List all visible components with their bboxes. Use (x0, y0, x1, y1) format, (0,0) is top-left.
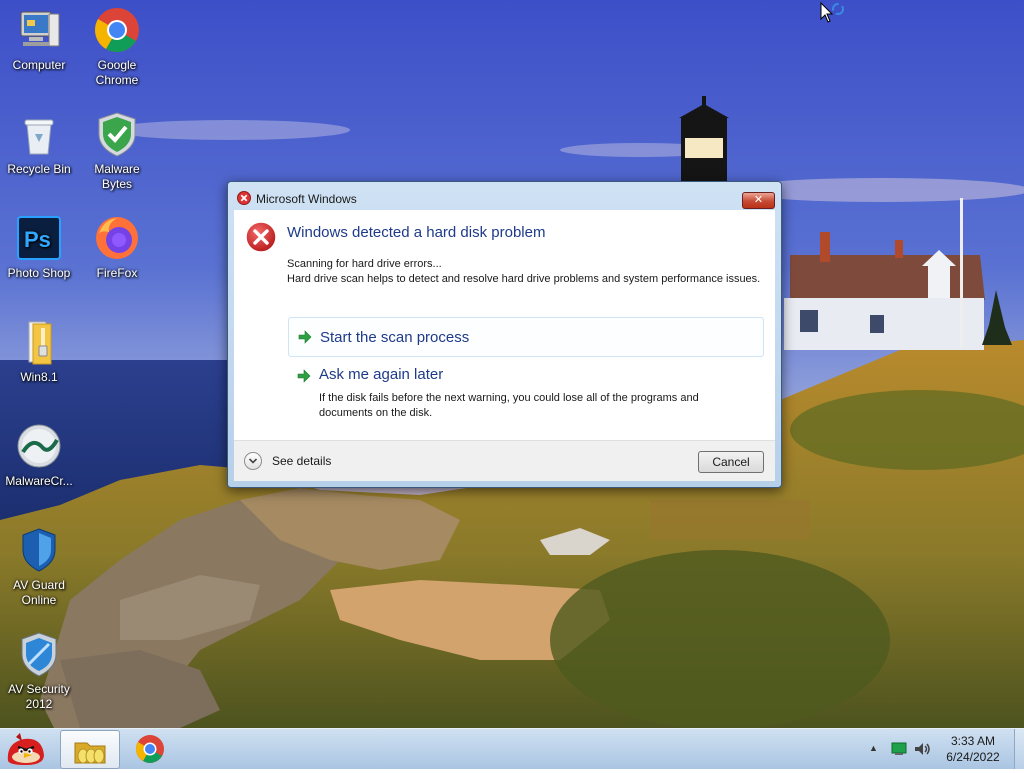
desktop-icon-recycle-bin[interactable]: Recycle Bin (0, 110, 78, 177)
taskbar-chrome[interactable] (121, 730, 179, 767)
system-clock[interactable]: 3:33 AM 6/24/2022 (938, 733, 1008, 765)
clock-date: 6/24/2022 (946, 750, 1000, 764)
volume-icon[interactable] (913, 741, 931, 762)
desktop-icon-computer[interactable]: Computer (0, 6, 78, 73)
desktop-icon-label: AV Security 2012 (8, 682, 70, 711)
shield-icon (15, 526, 63, 574)
show-desktop-button[interactable] (1014, 729, 1024, 769)
desktop-icon-google-chrome[interactable]: Google Chrome (78, 6, 156, 88)
see-details-toggle[interactable] (244, 452, 262, 470)
desktop-icon-win8-1[interactable]: Win8.1 (0, 318, 78, 385)
desktop-icon-firefox[interactable]: FireFox (78, 214, 156, 281)
show-hidden-icons-arrow[interactable]: ▲ (869, 743, 878, 753)
network-icon[interactable] (891, 742, 907, 761)
firefox-icon (93, 214, 141, 262)
dialog-title: Microsoft Windows (256, 192, 357, 206)
error-icon (237, 191, 251, 210)
message-line: Scanning for hard drive errors... (287, 258, 442, 270)
taskbar-file-explorer[interactable] (60, 730, 120, 769)
close-icon: ✕ (753, 194, 764, 206)
clock-time: 3:33 AM (950, 734, 996, 748)
option-label: Start the scan process (320, 329, 470, 346)
green-arrow-icon (297, 369, 311, 388)
desktop-icon-label: Recycle Bin (7, 162, 71, 176)
desktop-icon-label: Photo Shop (7, 266, 71, 280)
dialog-heading: Windows detected a hard disk problem (287, 224, 546, 241)
close-button[interactable]: ✕ (742, 192, 775, 209)
dialog-content: Windows detected a hard disk problem Sca… (234, 210, 775, 440)
desktop-icon-label: Malware Bytes (94, 162, 140, 191)
desktop-icon-photo-shop[interactable]: Ps Photo Shop (0, 214, 78, 281)
desktop-icon-av-guard-online[interactable]: AV Guard Online (0, 526, 78, 608)
angry-birds-icon (7, 733, 45, 765)
green-arrow-icon (298, 330, 312, 349)
chrome-icon (93, 6, 141, 54)
hard-disk-warning-dialog: Microsoft Windows ✕ Windows detected a h… (227, 181, 782, 488)
dialog-title-bar[interactable]: Microsoft Windows ✕ (228, 182, 781, 210)
option-label: Ask me again later (319, 366, 444, 383)
start-button[interactable] (2, 731, 50, 767)
desktop-icon-label: AV Guard Online (13, 578, 65, 607)
dialog-footer: See details Cancel (234, 440, 775, 481)
desktop-icon-label: MalwareCr... (5, 474, 73, 488)
svg-text:Ps: Ps (24, 227, 51, 252)
photoshop-icon: Ps (15, 214, 63, 262)
desktop-icon-label: Google Chrome (95, 58, 139, 87)
desktop-icon-label: Computer (12, 58, 66, 72)
explorer-folder-icon (74, 742, 106, 764)
desktop-icon-label: Win8.1 (20, 370, 58, 384)
folder-icon (15, 318, 63, 366)
ask-later-option[interactable]: Ask me again later If the disk fails bef… (288, 361, 762, 419)
cancel-button[interactable]: Cancel (698, 451, 764, 473)
av-security-icon (15, 630, 63, 678)
chevron-down-icon (248, 458, 258, 464)
desktop-icon-av-security-2012[interactable]: AV Security 2012 (0, 630, 78, 712)
malware-crusher-icon (15, 422, 63, 470)
start-scan-option[interactable]: Start the scan process (288, 317, 764, 357)
dialog-message: Scanning for hard drive errors... Hard d… (287, 257, 767, 287)
desktop-icon-malware-crusher[interactable]: MalwareCr... (0, 422, 78, 489)
recycle-bin-icon (15, 110, 63, 158)
option-description: If the disk fails before the next warnin… (319, 392, 699, 419)
desktop-icon-malware-bytes[interactable]: Malware Bytes (78, 110, 156, 192)
error-icon (245, 221, 277, 258)
message-line: Hard drive scan helps to detect and reso… (287, 273, 761, 285)
see-details-label[interactable]: See details (272, 454, 331, 468)
mouse-pointer-icon (820, 1, 848, 31)
malwarebytes-icon (93, 110, 141, 158)
taskbar: ▲ 3:33 AM 6/24/2022 (0, 728, 1024, 769)
desktop-icon-label: FireFox (96, 266, 138, 280)
chrome-icon (136, 735, 164, 763)
computer-icon (15, 6, 63, 54)
